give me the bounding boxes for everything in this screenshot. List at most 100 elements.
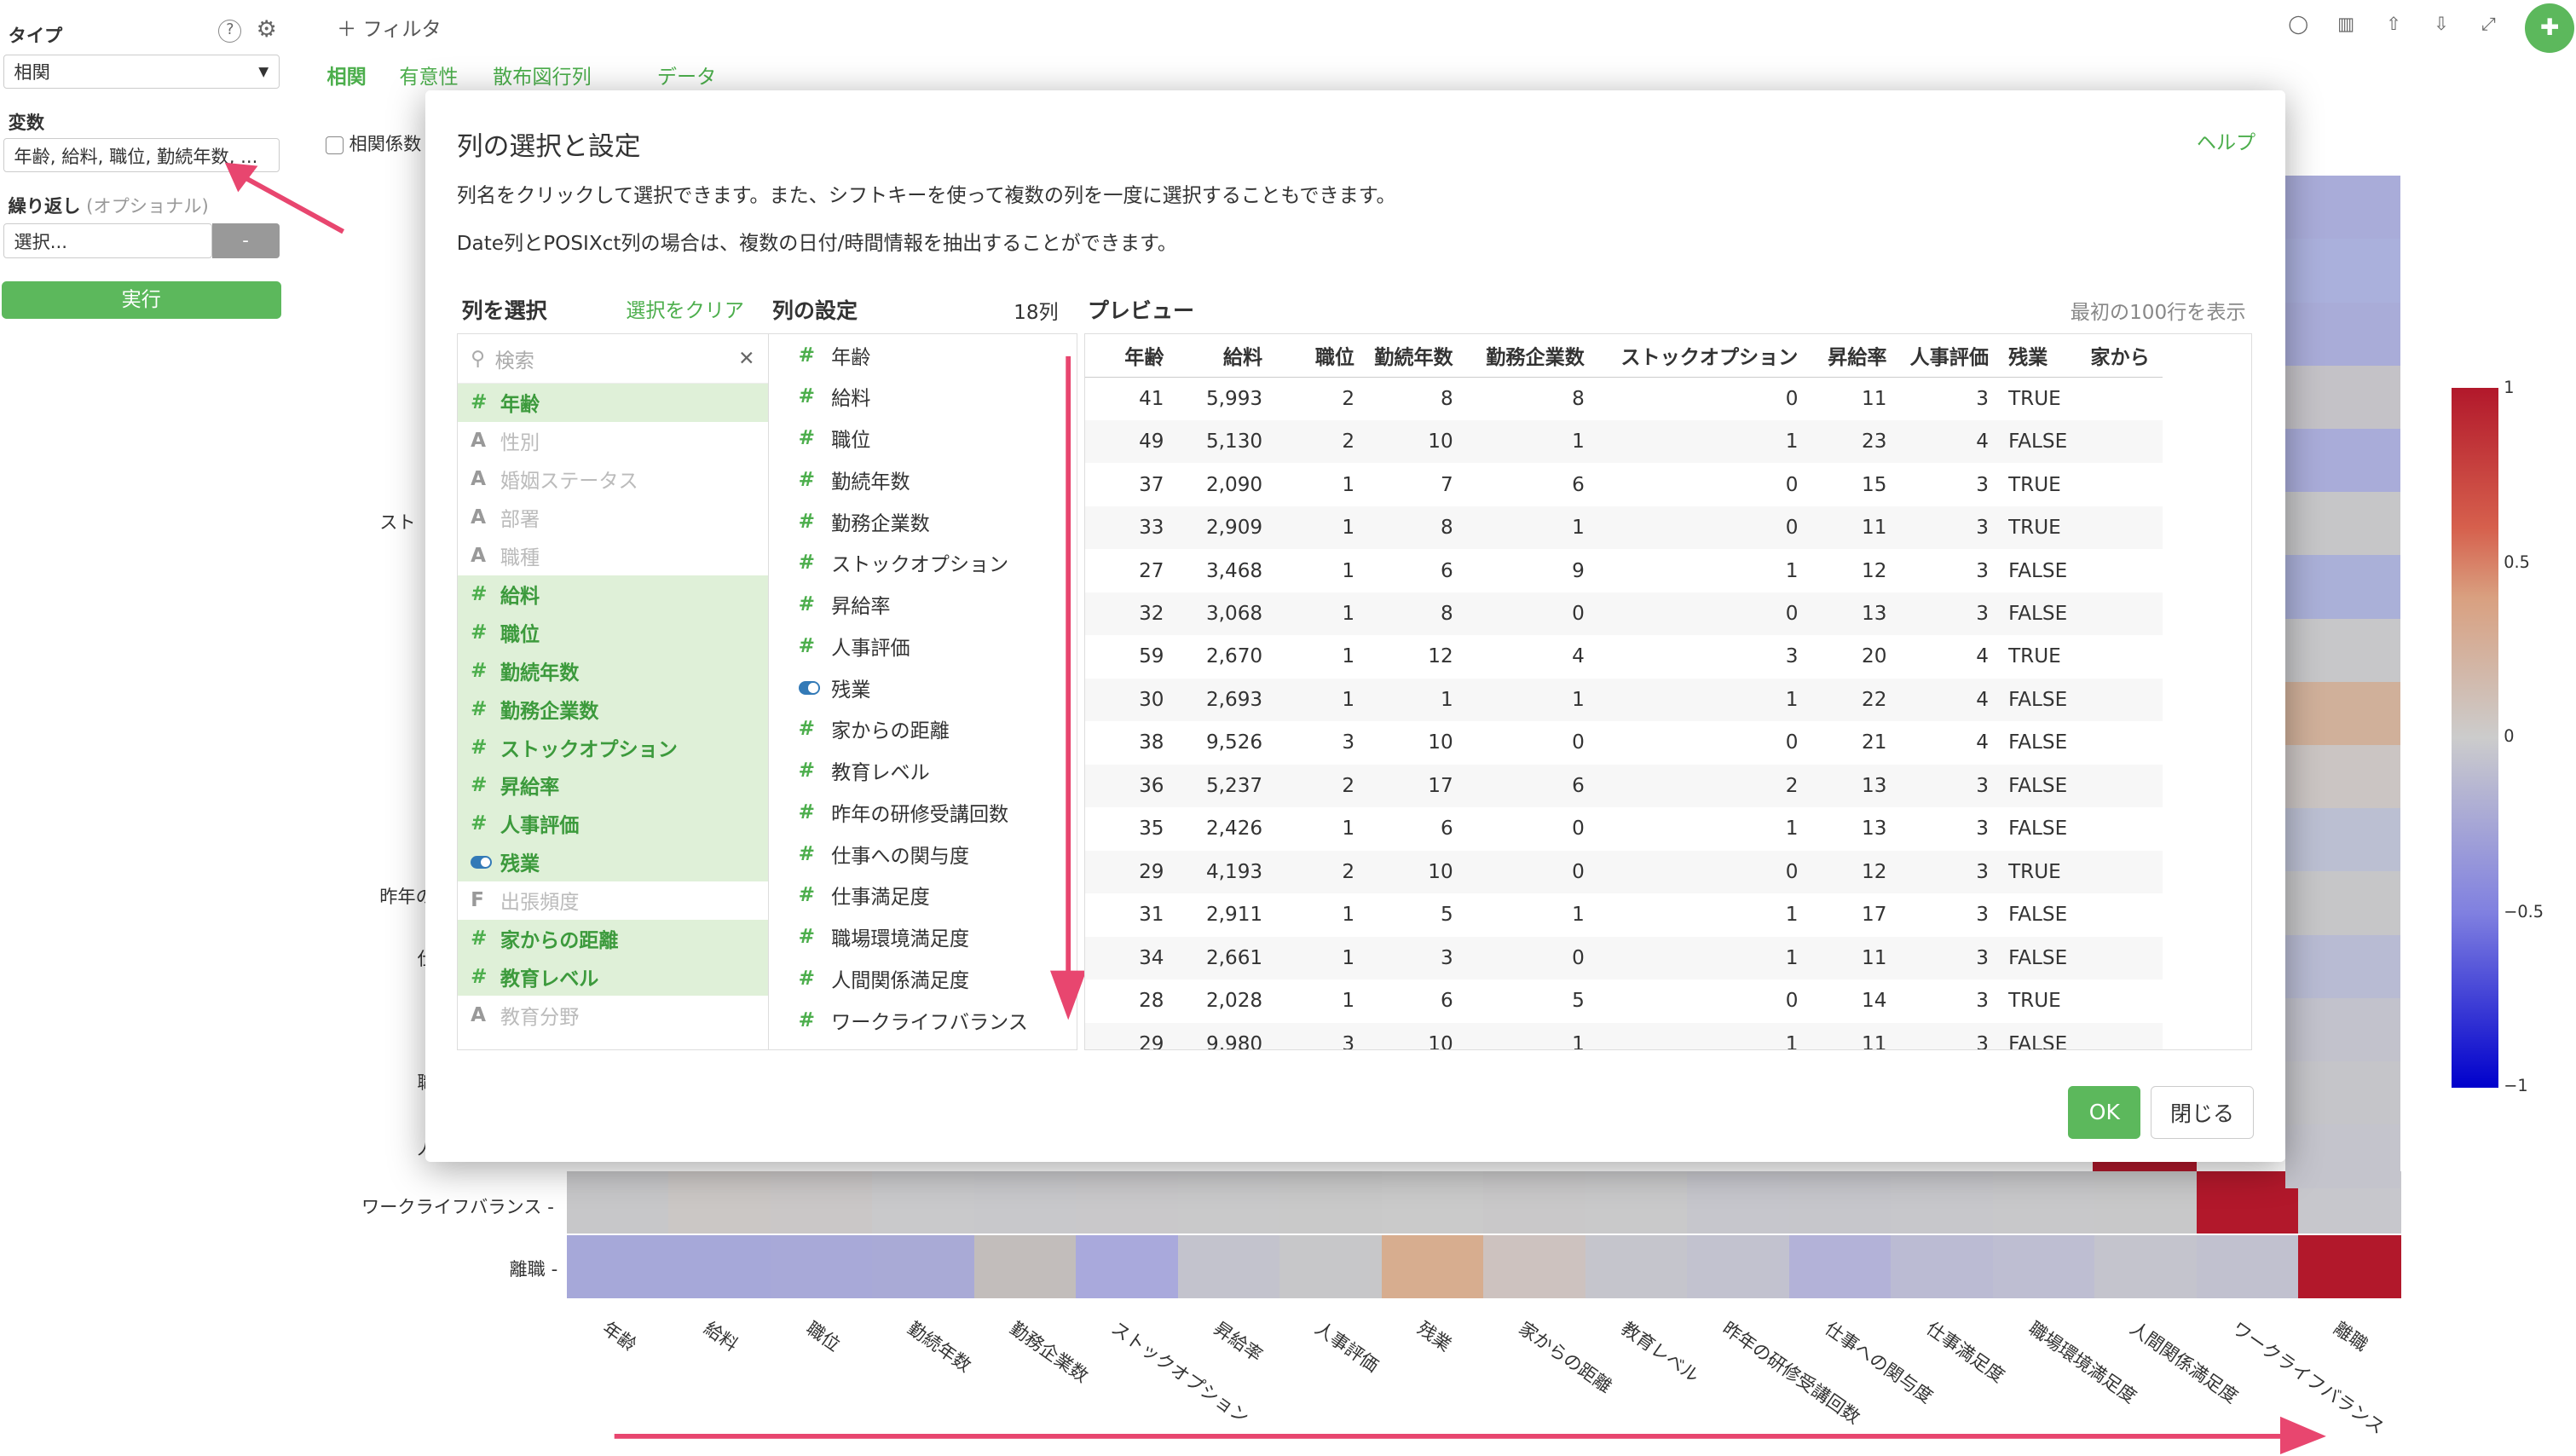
column-list-item[interactable]: A 性別 <box>458 422 768 460</box>
heatmap-cell <box>2094 1171 2198 1234</box>
column-list-item[interactable]: # 年齢 <box>457 384 768 422</box>
search-box[interactable]: ⚲ 検索 ✕ <box>457 334 768 384</box>
filter-button[interactable]: ＋ フィルタ <box>337 13 441 42</box>
table-cell: 1 <box>1594 936 1808 980</box>
help-icon[interactable]: ? <box>218 20 242 43</box>
column-list-item[interactable]: # 人事評価 <box>457 804 768 843</box>
repeat-label-row: 繰り返し (オプショナル) <box>9 192 209 218</box>
table-cell: 31 <box>1139 904 1164 927</box>
heatmap-cell <box>1076 1235 1179 1298</box>
ok-button[interactable]: OK <box>2068 1085 2141 1139</box>
preview-column-header[interactable]: 人事評価 <box>1897 334 1999 378</box>
column-list-item[interactable]: # ストックオプション <box>457 728 768 766</box>
settings-list-item[interactable]: # 教育レベル <box>769 750 1077 792</box>
numeric-icon: # <box>798 593 816 616</box>
chart-icon[interactable]: ▥ <box>2331 13 2361 35</box>
numeric-icon: # <box>798 468 816 491</box>
tab-scatter-matrix[interactable]: 散布図行列 <box>493 61 657 90</box>
column-list-item[interactable]: A 婚姻ステータス <box>458 460 768 499</box>
settings-list-item[interactable]: # 年齢 <box>769 334 1077 376</box>
download-icon[interactable]: ⇩ <box>2427 13 2457 35</box>
numeric-icon: # <box>471 659 488 682</box>
settings-list-item[interactable]: # 職場環境満足度 <box>769 916 1077 958</box>
preview-column-header[interactable]: 勤務企業数 <box>1463 334 1595 378</box>
run-button[interactable]: 実行 <box>1 280 281 319</box>
preview-column-header[interactable]: 給料 <box>1174 334 1273 378</box>
settings-list-item[interactable]: # 家からの距離 <box>769 708 1077 750</box>
annotation-arrow-icon <box>225 162 345 234</box>
column-list-item[interactable]: # 職位 <box>457 613 768 652</box>
tab-data[interactable]: データ <box>657 61 739 90</box>
close-icon[interactable]: ✕ <box>738 348 754 370</box>
column-list-item[interactable]: A 職種 <box>458 537 768 575</box>
expand-icon[interactable]: ⤢ <box>2474 13 2504 35</box>
table-cell: 14 <box>1862 990 1887 1013</box>
x-axis-label: 勤続年数 <box>904 1317 976 1377</box>
column-list-item[interactable]: # 勤続年数 <box>457 651 768 690</box>
table-cell: 1 <box>1572 904 1585 927</box>
upload-icon[interactable]: ⇧ <box>2379 13 2409 35</box>
preview-column-header[interactable]: 職位 <box>1272 334 1365 378</box>
help-link[interactable]: ヘルプ <box>2197 126 2255 155</box>
preview-column-header[interactable]: 残業 <box>1998 334 2081 378</box>
settings-list-item[interactable]: # 昨年の研修受講回数 <box>769 791 1077 833</box>
preview-column-header[interactable]: 昇給率 <box>1807 334 1897 378</box>
settings-list-item[interactable]: # 勤続年数 <box>769 459 1077 500</box>
preview-column-header[interactable]: 勤続年数 <box>1364 334 1464 378</box>
table-cell: FALSE <box>1998 592 2081 636</box>
column-list-item[interactable]: 残業 <box>457 842 768 881</box>
preview-column-header[interactable]: 家から <box>2080 334 2163 378</box>
preview-column-header[interactable]: 年齢 <box>1085 334 1175 378</box>
table-cell: FALSE <box>1998 678 2081 722</box>
tab-significance[interactable]: 有意性 <box>399 61 493 90</box>
type-select[interactable]: 相関 ▼ <box>3 54 280 90</box>
column-list-item[interactable]: F 出張頻度 <box>458 881 768 920</box>
column-list-label: 家からの距離 <box>500 929 619 952</box>
table-cell: 5,993 <box>1205 387 1263 410</box>
settings-list-label: 家からの距離 <box>831 720 950 743</box>
column-list-item[interactable]: A 部署 <box>458 499 768 537</box>
settings-list-item[interactable]: # 仕事満足度 <box>769 875 1077 916</box>
tab-correlation[interactable]: 相関 <box>327 61 400 90</box>
table-cell: 12 <box>1862 559 1887 582</box>
pin-icon[interactable]: ✚ <box>2525 3 2575 53</box>
col-settings-header: 列の設定 <box>771 298 858 323</box>
table-cell: 5 <box>1572 990 1585 1013</box>
table-cell: 2 <box>1594 764 1808 808</box>
numeric-icon: # <box>471 697 488 720</box>
column-list-item[interactable]: # 給料 <box>457 575 768 614</box>
settings-list-item[interactable]: # 人事評価 <box>769 625 1077 667</box>
heatmap-cell <box>2284 1124 2400 1189</box>
corr-checkbox-row[interactable]: 相関係数 <box>325 130 421 156</box>
settings-list-item[interactable]: # 人間関係満足度 <box>769 957 1077 999</box>
table-cell: FALSE <box>2008 731 2068 754</box>
corr-checkbox[interactable] <box>325 136 344 154</box>
column-list-item[interactable]: A 教育分野 <box>458 996 768 1034</box>
repeat-select[interactable]: 選択... <box>3 223 212 258</box>
column-list-item[interactable]: # 昇給率 <box>457 766 768 805</box>
settings-list-item[interactable]: 残業 <box>769 667 1077 708</box>
settings-list-item[interactable]: # 職位 <box>769 418 1077 459</box>
column-list-item[interactable]: # 勤務企業数 <box>457 690 768 729</box>
table-cell: 0 <box>1594 850 1808 894</box>
column-list-item[interactable]: # 家からの距離 <box>457 919 768 958</box>
column-list-item[interactable]: # 教育レベル <box>457 957 768 997</box>
clear-selection-link[interactable]: 選択をクリア <box>626 294 744 323</box>
table-cell: 3 <box>1897 850 1999 894</box>
table-cell <box>2081 463 2163 506</box>
table-cell: 3 <box>1976 818 1989 841</box>
settings-list-item[interactable]: # ストックオプション <box>769 542 1077 584</box>
settings-list-item[interactable]: # 給料 <box>769 376 1077 418</box>
settings-list-item[interactable]: # 勤務企業数 <box>769 500 1077 542</box>
settings-list-item[interactable]: # 昇給率 <box>769 584 1077 626</box>
table-cell <box>2080 850 2163 894</box>
comment-icon[interactable]: ◯ <box>2284 13 2313 35</box>
preview-column-header[interactable]: ストックオプション <box>1594 334 1808 378</box>
search-input[interactable]: 検索 <box>495 344 738 373</box>
close-button[interactable]: 閉じる <box>2150 1085 2255 1139</box>
settings-list-item[interactable]: # ワークライフバランス <box>769 999 1077 1041</box>
settings-list-label: 人事評価 <box>831 637 910 660</box>
column-list-label: 出張頻度 <box>500 892 580 915</box>
gear-icon[interactable]: ⚙ <box>257 16 277 43</box>
settings-list-item[interactable]: # 仕事への関与度 <box>769 833 1077 875</box>
